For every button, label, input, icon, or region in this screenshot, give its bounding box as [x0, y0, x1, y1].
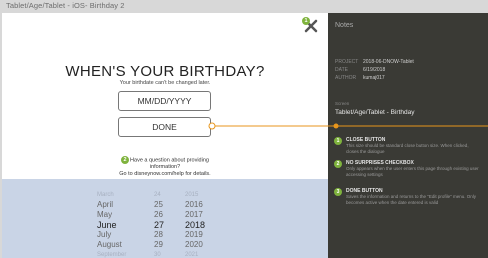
meta-key: Date — [335, 67, 348, 73]
date-picker[interactable]: March April May June July August September 24 2… — [2, 179, 328, 258]
picker-month-option[interactable]: September — [97, 250, 126, 258]
meta-value: 2018-06-DNOW-Tablet — [363, 59, 414, 65]
note-description: Saves the information and returns to the… — [346, 194, 477, 205]
picker-day-option[interactable]: 24 — [154, 190, 164, 200]
picker-day-option[interactable]: 29 — [154, 240, 164, 250]
birthdate-input[interactable] — [118, 91, 211, 111]
picker-month-option[interactable]: April — [97, 200, 126, 210]
picker-month-column[interactable]: March April May June July August September — [97, 190, 126, 258]
picker-year-column[interactable]: 2015 2016 2017 2018 2019 2020 2021 — [185, 190, 205, 258]
help-line-1: Have a question about providing — [130, 157, 209, 164]
close-button[interactable]: 1 — [302, 17, 319, 34]
screen-label: Screen — [335, 101, 350, 106]
page-title: Tablet/Age/Tablet - iOS- Birthday 2 — [6, 1, 125, 10]
picker-day-option[interactable]: 26 — [154, 210, 164, 220]
picker-year-option[interactable]: 2018 — [185, 220, 205, 230]
artboard: 1 WHEN'S YOUR BIRTHDAY? Your birthdate c… — [2, 13, 328, 258]
help-line-3[interactable]: Go to disneynow.com/help for details. — [119, 171, 210, 177]
help-text: 2 Have a question about providing informa… — [112, 156, 218, 178]
note-number-badge: 1 — [334, 137, 342, 145]
picker-day-option[interactable]: 30 — [154, 250, 164, 258]
picker-year-option[interactable]: 2015 — [185, 190, 205, 200]
picker-year-option[interactable]: 2016 — [185, 200, 205, 210]
picker-year-option[interactable]: 2020 — [185, 240, 205, 250]
picker-month-option[interactable]: July — [97, 230, 126, 240]
annotation-badge-2: 2 — [121, 156, 130, 164]
meta-row-author: Author kumaj017 — [335, 74, 485, 82]
meta-row-project: Project 2018-06-DNOW-Tablet — [335, 58, 485, 66]
meta-key: Project — [335, 59, 359, 65]
meta-value: kumaj017 — [363, 75, 385, 81]
annotation-badge-1: 1 — [302, 17, 310, 25]
notes-panel: Notes Project 2018-06-DNOW-Tablet Date 6… — [328, 13, 488, 258]
picker-day-option[interactable]: 25 — [154, 200, 164, 210]
picker-month-option[interactable]: March — [97, 190, 126, 200]
meta-key: Author — [335, 75, 357, 81]
picker-month-option[interactable]: May — [97, 210, 126, 220]
screen-name: Tablet/Age/Tablet - Birthday — [335, 109, 415, 116]
note-description: This size should be standard close butto… — [346, 143, 469, 154]
note-number-badge: 2 — [334, 160, 342, 168]
picker-day-option[interactable]: 27 — [154, 220, 164, 230]
picker-day-column[interactable]: 24 25 26 27 28 29 30 — [154, 190, 164, 258]
picker-day-option[interactable]: 28 — [154, 230, 164, 240]
screen-subtext: Your birthdate can't be changed later. — [119, 80, 211, 86]
help-line-2: information? — [149, 164, 181, 171]
screen-heading: WHEN'S YOUR BIRTHDAY? — [65, 63, 265, 80]
done-button[interactable]: DONE — [118, 117, 211, 137]
notes-meta: Project 2018-06-DNOW-Tablet Date 6/19/20… — [335, 58, 485, 82]
picker-year-option[interactable]: 2021 — [185, 250, 205, 258]
picker-year-option[interactable]: 2019 — [185, 230, 205, 240]
picker-month-option[interactable]: August — [97, 240, 126, 250]
notes-title: Notes — [335, 22, 354, 29]
note-description: Only appears when the user enters this p… — [346, 166, 479, 177]
picker-month-option[interactable]: June — [97, 220, 126, 230]
note-number-badge: 3 — [334, 188, 342, 196]
meta-row-date: Date 6/19/2018 — [335, 66, 485, 74]
meta-value: 6/19/2018 — [363, 67, 386, 73]
picker-year-option[interactable]: 2017 — [185, 210, 205, 220]
